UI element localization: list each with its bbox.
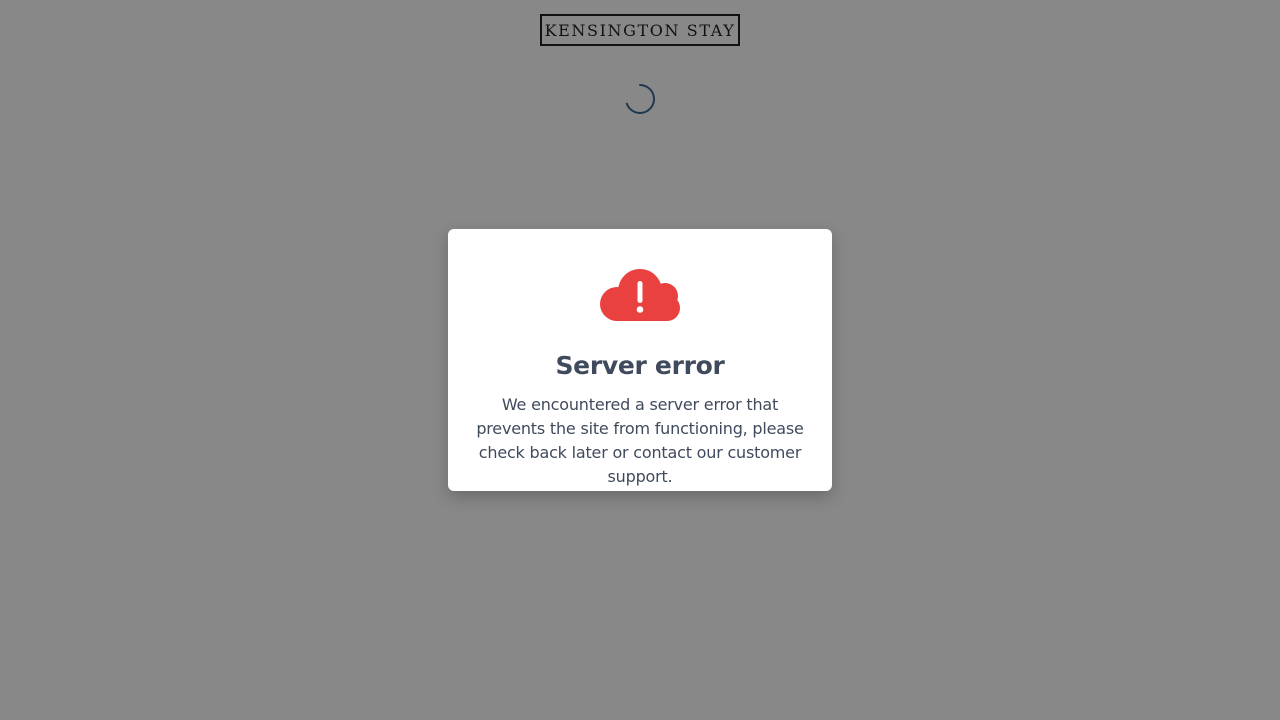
dialog-message: We encountered a server error that preve… xyxy=(476,395,804,486)
cloud-exclamation-icon xyxy=(600,269,680,321)
dialog-title: Server error xyxy=(555,351,725,380)
server-error-dialog: Server error We encountered a server err… xyxy=(448,229,832,491)
